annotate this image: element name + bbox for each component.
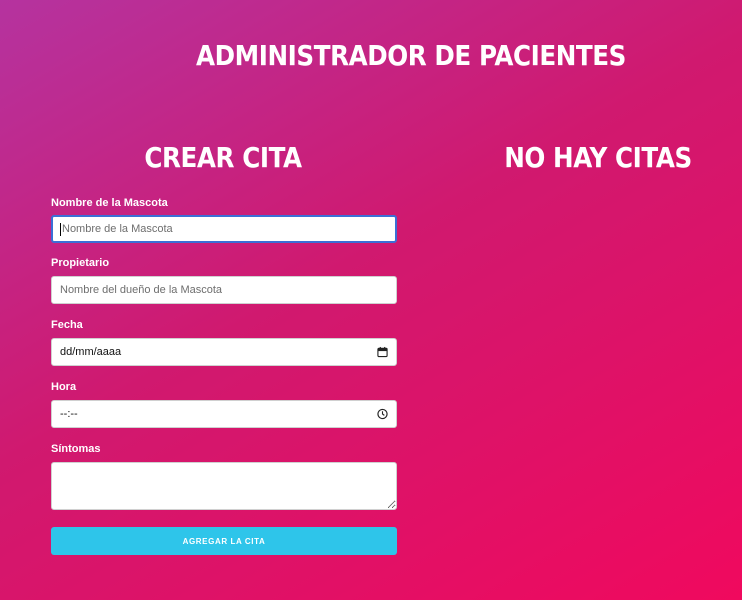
date-input[interactable]: dd/mm/aaaa bbox=[51, 338, 397, 366]
add-appointment-button[interactable]: AGREGAR LA CITA bbox=[51, 527, 397, 555]
symptoms-textarea[interactable] bbox=[51, 462, 397, 510]
text-caret bbox=[60, 222, 61, 236]
pet-name-placeholder: Nombre de la Mascota bbox=[62, 223, 173, 235]
pet-name-label: Nombre de la Mascota bbox=[51, 197, 168, 209]
pet-name-input[interactable]: Nombre de la Mascota bbox=[51, 215, 397, 243]
page-title: ADMINISTRADOR DE PACIENTES bbox=[196, 38, 626, 72]
calendar-icon[interactable] bbox=[377, 346, 388, 358]
owner-label: Propietario bbox=[51, 257, 110, 269]
owner-placeholder: Nombre del dueño de la Mascota bbox=[60, 284, 223, 296]
appointment-form: Nombre de la Mascota Nombre de la Mascot… bbox=[51, 196, 397, 555]
time-value: --:-- bbox=[60, 408, 78, 420]
no-appointments-title: NO HAY CITAS bbox=[504, 141, 692, 175]
owner-input[interactable]: Nombre del dueño de la Mascota bbox=[51, 276, 397, 304]
symptoms-label: Síntomas bbox=[51, 443, 101, 455]
date-value: dd/mm/aaaa bbox=[60, 346, 122, 358]
date-label: Fecha bbox=[51, 319, 83, 331]
create-appointment-title: CREAR CITA bbox=[144, 141, 302, 175]
clock-icon[interactable] bbox=[377, 408, 388, 420]
time-input[interactable]: --:-- bbox=[51, 400, 397, 428]
time-label: Hora bbox=[51, 381, 77, 393]
